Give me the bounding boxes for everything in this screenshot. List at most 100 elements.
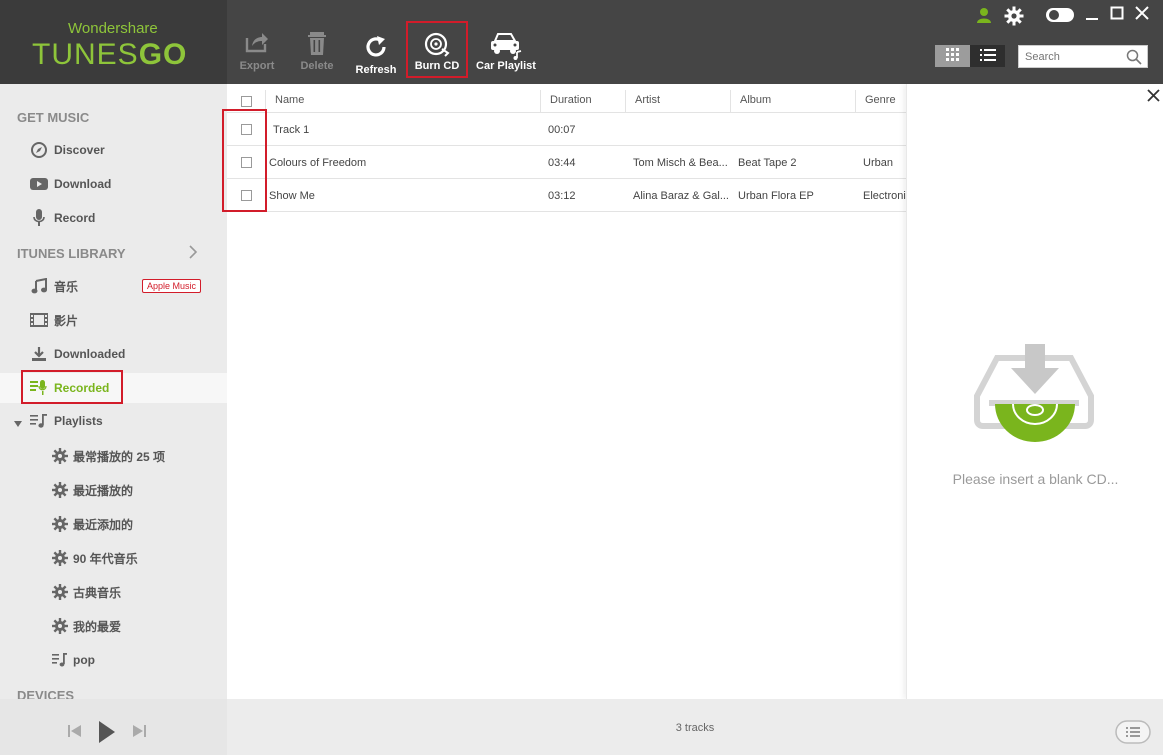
recorded-highlight	[21, 370, 123, 404]
smart-playlist-gear-icon	[51, 515, 69, 533]
sidebar-item-label: 影片	[54, 313, 79, 328]
grid-view-button[interactable]	[935, 45, 970, 67]
sidebar-item-playlist[interactable]: 古典音乐	[0, 577, 227, 607]
user-icon[interactable]	[975, 6, 993, 27]
playlist-icon	[30, 412, 48, 430]
sidebar-item-playlist[interactable]: 最近播放的	[0, 475, 227, 505]
track-list: Name Duration Artist Album Genre Track 1…	[222, 84, 906, 699]
table-row[interactable]: Track 1 00:07	[227, 113, 906, 146]
track-artist: Alina Baraz & Gal...	[633, 190, 728, 202]
close-icon[interactable]	[1135, 6, 1149, 23]
list-icon	[979, 48, 996, 64]
sidebar-item-label: 90 年代音乐	[73, 551, 138, 566]
smart-playlist-gear-icon	[51, 617, 69, 635]
minimize-icon[interactable]	[1085, 8, 1099, 25]
toggle-icon[interactable]	[1045, 7, 1075, 26]
sidebar-item-playlist[interactable]: 最常播放的 25 项	[0, 441, 227, 471]
track-duration: 03:44	[548, 157, 576, 169]
sidebar-item-record[interactable]: Record	[0, 203, 227, 233]
table-row[interactable]: Show Me 03:12 Alina Baraz & Gal... Urban…	[227, 179, 906, 212]
column-header-name[interactable]: Name	[275, 84, 304, 113]
tracks-count: 3 tracks	[675, 722, 715, 734]
refresh-icon	[352, 34, 400, 64]
track-name: Colours of Freedom	[269, 157, 367, 169]
cd-drive-icon	[973, 344, 1095, 449]
column-header-duration[interactable]: Duration	[550, 84, 592, 113]
close-panel-icon[interactable]	[1147, 89, 1160, 105]
checkbox-column-highlight	[222, 109, 267, 212]
sidebar-item-label: 最近添加的	[73, 517, 134, 532]
gear-icon[interactable]	[1004, 6, 1024, 29]
get-music-header: GET MUSIC	[17, 110, 90, 125]
next-track-icon[interactable]	[132, 725, 146, 740]
column-header-artist[interactable]: Artist	[635, 84, 660, 113]
delete-button[interactable]: Delete	[296, 30, 338, 72]
track-name: Track 1	[273, 124, 310, 136]
itunes-library-header: ITUNES LIBRARY	[17, 246, 126, 261]
apple-music-badge[interactable]: Apple Music	[142, 279, 202, 293]
chevron-right-icon[interactable]	[188, 245, 198, 262]
list-view-button[interactable]	[970, 45, 1005, 67]
refresh-label: Refresh	[355, 64, 397, 76]
table-header: Name Duration Artist Album Genre	[227, 84, 906, 113]
table-row[interactable]: Colours of Freedom 03:44 Tom Misch & Bea…	[227, 146, 906, 179]
sidebar-item-download[interactable]: Download	[0, 169, 227, 199]
sidebar-item-playlist[interactable]: 90 年代音乐	[0, 543, 227, 573]
track-genre: Urban	[863, 157, 893, 169]
insert-cd-message: Please insert a blank CD...	[952, 471, 1119, 487]
view-toggle	[935, 45, 1005, 67]
column-divider	[730, 90, 731, 112]
previous-track-icon[interactable]	[68, 725, 82, 740]
sidebar-item-label: 古典音乐	[73, 585, 122, 600]
smart-playlist-gear-icon	[51, 447, 69, 465]
triangle-down-icon[interactable]	[13, 417, 23, 431]
sidebar-item-playlist[interactable]: 我的最爱	[0, 611, 227, 641]
sidebar-item-downloaded[interactable]: Downloaded	[0, 339, 227, 369]
sidebar-item-label: Discover	[54, 143, 105, 157]
track-artist: Tom Misch & Bea...	[633, 157, 728, 169]
sidebar-item-music[interactable]: 音乐 Apple Music	[0, 271, 227, 301]
export-button[interactable]: Export	[236, 30, 278, 72]
sidebar-item-discover[interactable]: Discover	[0, 135, 227, 165]
column-header-album[interactable]: Album	[740, 84, 771, 113]
player-bar: 3 tracks	[0, 699, 1163, 755]
sidebar-item-label: 最常播放的 25 项	[73, 449, 166, 464]
trash-icon	[296, 30, 338, 60]
refresh-button[interactable]: Refresh	[352, 30, 400, 76]
track-album	[738, 113, 848, 146]
column-header-genre[interactable]: Genre	[865, 84, 896, 113]
grid-icon	[946, 48, 959, 64]
film-icon	[30, 311, 48, 329]
track-duration: 00:07	[548, 124, 576, 136]
car-playlist-button[interactable]: Car Playlist	[472, 30, 540, 72]
sidebar-item-label: 我的最爱	[73, 619, 122, 634]
sidebar-item-label: Download	[54, 177, 112, 191]
select-all-checkbox[interactable]	[241, 96, 252, 107]
smart-playlist-gear-icon	[51, 481, 69, 499]
car-icon	[472, 30, 540, 60]
player-controls	[0, 699, 227, 755]
maximize-icon[interactable]	[1110, 6, 1124, 23]
sidebar-item-label: Playlists	[54, 414, 103, 428]
video-play-icon	[30, 175, 48, 193]
devices-header: DEVICES	[17, 688, 75, 699]
sidebar: GET MUSIC Discover Download Record ITUNE…	[0, 84, 227, 699]
brand-title: TUNESGO	[32, 38, 188, 71]
sidebar-item-movies[interactable]: 影片	[0, 305, 227, 335]
sidebar-item-playlists[interactable]: Playlists	[0, 406, 227, 436]
column-divider	[540, 90, 541, 112]
sidebar-item-playlist[interactable]: pop	[0, 645, 227, 675]
track-artist	[633, 113, 728, 146]
microphone-icon	[30, 209, 48, 227]
sidebar-item-playlist[interactable]: 最近添加的	[0, 509, 227, 539]
brand-subtitle: Wondershare	[68, 20, 158, 37]
search-icon[interactable]	[1126, 49, 1142, 68]
play-icon[interactable]	[98, 720, 116, 747]
sidebar-item-label: Downloaded	[54, 347, 126, 361]
download-icon	[30, 345, 48, 363]
track-genre	[863, 113, 906, 146]
queue-list-icon[interactable]	[1115, 720, 1151, 747]
search-input[interactable]	[1019, 46, 1124, 67]
search-box	[1018, 45, 1148, 68]
smart-playlist-gear-icon	[51, 583, 69, 601]
